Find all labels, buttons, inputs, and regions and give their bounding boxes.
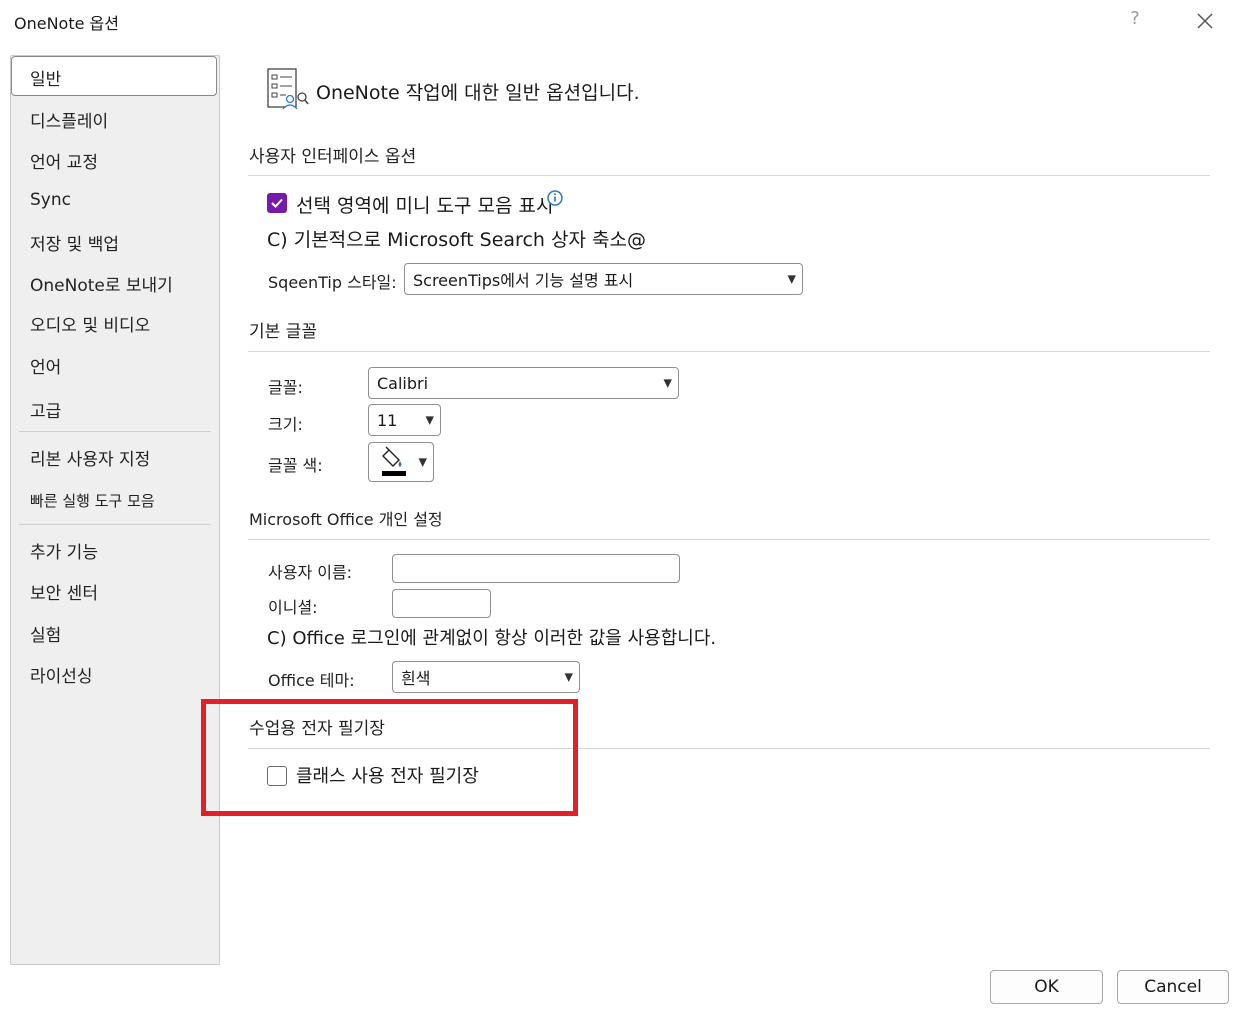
sidebar-item-display[interactable]: 디스플레이 <box>30 107 108 132</box>
initials-label: 이니셜: <box>268 598 318 617</box>
font-select[interactable]: Calibri ▼ <box>368 367 679 399</box>
collapse-search-option[interactable]: C) 기본적으로 Microsoft Search 상자 축소@ <box>267 225 646 252</box>
options-sidebar: 일반 디스플레이 언어 교정 Sync 저장 및 백업 OneNote로 보내기… <box>10 55 220 965</box>
chevron-down-icon: ▼ <box>663 376 672 390</box>
chevron-down-icon: ▼ <box>425 413 434 427</box>
chevron-down-icon: ▼ <box>787 272 796 286</box>
chevron-down-icon: ▼ <box>564 670 573 684</box>
sidebar-item-advanced[interactable]: 고급 <box>30 397 61 422</box>
sidebar-item-proofing[interactable]: 언어 교정 <box>30 148 98 173</box>
sidebar-item-sync[interactable]: Sync <box>30 190 71 210</box>
sidebar-item-experiment[interactable]: 실험 <box>30 621 61 646</box>
always-use-values-option[interactable]: C) Office 로그인에 관계없이 항상 이러한 값을 사용합니다. <box>267 624 716 650</box>
username-label: 사용자 이름: <box>268 563 353 582</box>
screentip-style-value: ScreenTips에서 기능 설명 표시 <box>413 271 634 290</box>
help-button[interactable]: ? <box>1126 8 1144 32</box>
sidebar-divider <box>19 431 211 432</box>
mini-toolbar-checkbox[interactable] <box>267 193 287 213</box>
section-title-personalize: Microsoft Office 개인 설정 <box>249 510 443 529</box>
window-title: OneNote 옵션 <box>14 14 119 33</box>
info-icon <box>547 190 563 206</box>
sidebar-item-send-to-onenote[interactable]: OneNote로 보내기 <box>30 271 173 296</box>
sidebar-item-quick-access-toolbar[interactable]: 빠른 실행 도구 모음 <box>30 490 155 511</box>
ok-button[interactable]: OK <box>990 970 1103 1004</box>
screentip-style-label: SqeenTip 스타일: <box>268 273 397 292</box>
sidebar-item-general[interactable]: 일반 <box>30 65 61 90</box>
sidebar-item-add-ins[interactable]: 추가 기능 <box>30 538 98 563</box>
screentip-style-select[interactable]: ScreenTips에서 기능 설명 표시 ▼ <box>404 263 803 295</box>
section-divider <box>248 175 1210 176</box>
paint-bucket-icon <box>382 446 406 476</box>
page-header: OneNote 작업에 대한 일반 옵션입니다. <box>316 82 640 104</box>
sidebar-item-customize-ribbon[interactable]: 리본 사용자 지정 <box>30 445 150 470</box>
sidebar-divider <box>19 524 211 525</box>
username-input[interactable] <box>392 554 680 583</box>
font-value: Calibri <box>377 373 429 393</box>
office-theme-select[interactable]: 흰색 ▼ <box>392 661 580 693</box>
size-label: 크기: <box>268 415 303 434</box>
font-size-value: 11 <box>377 410 398 430</box>
initials-input[interactable] <box>392 589 491 618</box>
section-title-default-font: 기본 글꼴 <box>249 322 317 342</box>
close-icon <box>1197 13 1213 29</box>
office-theme-label: Office 테마: <box>268 671 355 690</box>
sidebar-item-language[interactable]: 언어 <box>30 353 61 378</box>
checkmark-icon <box>271 198 283 208</box>
sidebar-item-licensing[interactable]: 라이선싱 <box>30 662 93 687</box>
sidebar-item-trust-center[interactable]: 보안 센터 <box>30 579 98 604</box>
general-options-icon <box>266 67 310 111</box>
chevron-down-icon: ▼ <box>418 455 427 469</box>
sidebar-item-audio-video[interactable]: 오디오 및 비디오 <box>30 311 150 336</box>
font-size-select[interactable]: 11 ▼ <box>368 404 441 436</box>
section-divider <box>248 539 1210 540</box>
cancel-button[interactable]: Cancel <box>1117 970 1229 1004</box>
mini-toolbar-label[interactable]: 선택 영역에 미니 도구 모음 표시 <box>296 191 553 218</box>
font-label: 글꼴: <box>268 378 303 397</box>
font-color-label: 글꼴 색: <box>268 456 323 475</box>
close-button[interactable] <box>1190 6 1220 36</box>
sidebar-item-save-backup[interactable]: 저장 및 백업 <box>30 230 119 255</box>
section-divider <box>248 351 1210 352</box>
section-title-ui-options: 사용자 인터페이스 옵션 <box>249 147 417 167</box>
font-color-picker[interactable]: ▼ <box>368 442 434 482</box>
highlight-box <box>201 699 578 816</box>
office-theme-value: 흰색 <box>401 669 431 688</box>
